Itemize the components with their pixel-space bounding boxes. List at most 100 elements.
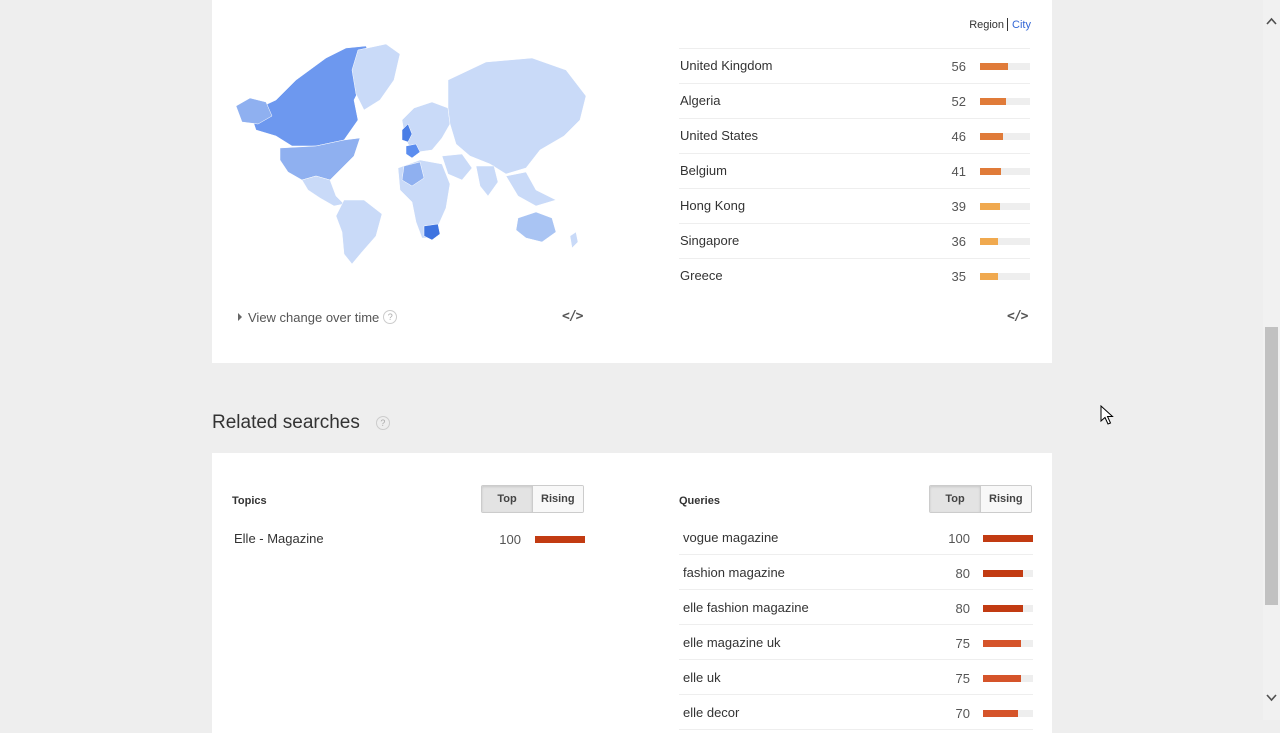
chevron-up-icon[interactable] <box>1266 16 1277 27</box>
region-row-name: United States <box>680 128 759 143</box>
expand-triangle-icon <box>238 313 242 321</box>
mouse-pointer-icon <box>1100 405 1114 425</box>
map-asia[interactable] <box>447 57 587 175</box>
query-row[interactable]: elle uk 75 <box>679 660 1033 695</box>
region-city-toggle: Region City <box>969 18 1031 31</box>
region-row[interactable]: Greece 35 <box>679 258 1030 293</box>
region-row-bar <box>980 273 998 280</box>
world-map[interactable] <box>236 40 588 266</box>
help-icon[interactable]: ? <box>383 310 398 324</box>
query-row-name: elle magazine uk <box>683 635 781 650</box>
region-row-bar-track <box>980 273 1030 280</box>
query-row-value: 80 <box>955 566 970 581</box>
region-row-bar <box>980 238 998 245</box>
region-row-value: 56 <box>951 59 966 74</box>
region-row-bar-track <box>980 168 1030 175</box>
map-greenland[interactable] <box>351 43 401 111</box>
query-row-bar <box>983 535 1033 542</box>
region-row-value: 36 <box>951 234 966 249</box>
toggle-divider <box>1007 18 1009 31</box>
region-row-bar <box>980 133 1003 140</box>
region-row-name: Belgium <box>680 163 727 178</box>
topics-top-rising-switch: Top Rising <box>481 485 584 513</box>
query-row-bar <box>983 570 1023 577</box>
topics-rising-button[interactable]: Rising <box>533 486 583 512</box>
query-row[interactable]: elle fashion magazine 80 <box>679 590 1033 625</box>
query-row-value: 100 <box>948 531 970 546</box>
help-icon[interactable]: ? <box>375 416 390 430</box>
map-southeast-asia[interactable] <box>505 171 557 207</box>
interest-by-region-card: View change over time ? </> Region City … <box>212 0 1052 363</box>
region-row-bar <box>980 203 1000 210</box>
embed-code-icon[interactable]: </> <box>562 309 584 324</box>
query-row[interactable]: elle decor 70 <box>679 695 1033 730</box>
city-option[interactable]: City <box>1012 19 1031 31</box>
topic-row-bar-track <box>535 536 585 543</box>
region-row-value: 52 <box>951 94 966 109</box>
region-row-value: 46 <box>951 129 966 144</box>
map-canada[interactable] <box>249 45 373 147</box>
region-row-bar <box>980 98 1006 105</box>
region-row-bar-track <box>980 133 1030 140</box>
region-row-name: Singapore <box>680 233 740 248</box>
query-row-bar-track <box>983 570 1033 577</box>
query-row-bar-track <box>983 640 1033 647</box>
topic-row[interactable]: Elle - Magazine 100 <box>232 523 585 557</box>
query-row-bar-track <box>983 535 1033 542</box>
topics-top-button[interactable]: Top <box>482 486 533 512</box>
query-row-name: elle decor <box>683 705 740 720</box>
query-row-value: 75 <box>955 671 970 686</box>
region-row-bar <box>980 168 1001 175</box>
query-row-name: elle fashion magazine <box>683 600 809 615</box>
map-mexico-central[interactable] <box>301 175 345 207</box>
topic-row-value: 100 <box>499 532 521 547</box>
query-row-value: 70 <box>955 706 970 721</box>
region-row[interactable]: United Kingdom 56 <box>679 48 1030 83</box>
region-row[interactable]: United States 46 <box>679 118 1030 153</box>
region-option[interactable]: Region <box>969 19 1004 31</box>
region-row[interactable]: Hong Kong 39 <box>679 188 1030 223</box>
view-change-over-time-toggle[interactable]: View change over time ? <box>238 309 398 325</box>
region-row-value: 39 <box>951 199 966 214</box>
region-list: United Kingdom 56 Algeria 52 United States 46… <box>679 48 1030 293</box>
queries-top-rising-switch: Top Rising <box>929 485 1032 513</box>
query-row-bar <box>983 605 1023 612</box>
query-row-bar-track <box>983 675 1033 682</box>
query-row-value: 75 <box>955 636 970 651</box>
query-row-bar <box>983 710 1018 717</box>
region-row-value: 35 <box>951 269 966 284</box>
region-row-name: Algeria <box>680 93 721 108</box>
map-new-zealand[interactable] <box>569 231 579 249</box>
query-row[interactable]: fashion magazine 80 <box>679 555 1033 590</box>
map-australia[interactable] <box>515 211 557 243</box>
region-row-name: United Kingdom <box>680 58 773 73</box>
region-row-name: Hong Kong <box>680 198 746 213</box>
vertical-scrollbar[interactable] <box>1263 0 1280 720</box>
embed-code-icon[interactable]: </> <box>1007 309 1029 324</box>
scrollbar-thumb[interactable] <box>1265 327 1278 605</box>
related-searches-heading: Related searches ? <box>212 412 390 434</box>
map-south-asia[interactable] <box>475 165 499 197</box>
topics-label: Topics <box>232 495 267 507</box>
region-row[interactable]: Singapore 36 <box>679 223 1030 258</box>
region-row-bar-track <box>980 98 1030 105</box>
query-row-bar <box>983 640 1021 647</box>
region-row-name: Greece <box>680 268 723 283</box>
queries-label: Queries <box>679 495 720 507</box>
query-row-name: elle uk <box>683 670 721 685</box>
region-row-bar-track <box>980 203 1030 210</box>
related-searches-card: Topics Top Rising Elle - Magazine 100 Que… <box>212 453 1052 733</box>
view-change-label: View change over time <box>248 309 380 325</box>
queries-rising-button[interactable]: Rising <box>981 486 1031 512</box>
query-row-value: 80 <box>955 601 970 616</box>
topic-row-name: Elle - Magazine <box>234 531 324 546</box>
query-row[interactable]: vogue magazine 100 <box>679 520 1033 555</box>
region-row[interactable]: Algeria 52 <box>679 83 1030 118</box>
region-row[interactable]: Belgium 41 <box>679 153 1030 188</box>
query-row[interactable]: elle magazine uk 75 <box>679 625 1033 660</box>
queries-top-button[interactable]: Top <box>930 486 981 512</box>
map-south-america[interactable] <box>335 199 383 265</box>
chevron-down-icon[interactable] <box>1266 692 1277 703</box>
related-searches-title: Related searches <box>212 412 360 433</box>
query-row-name: fashion magazine <box>683 565 785 580</box>
